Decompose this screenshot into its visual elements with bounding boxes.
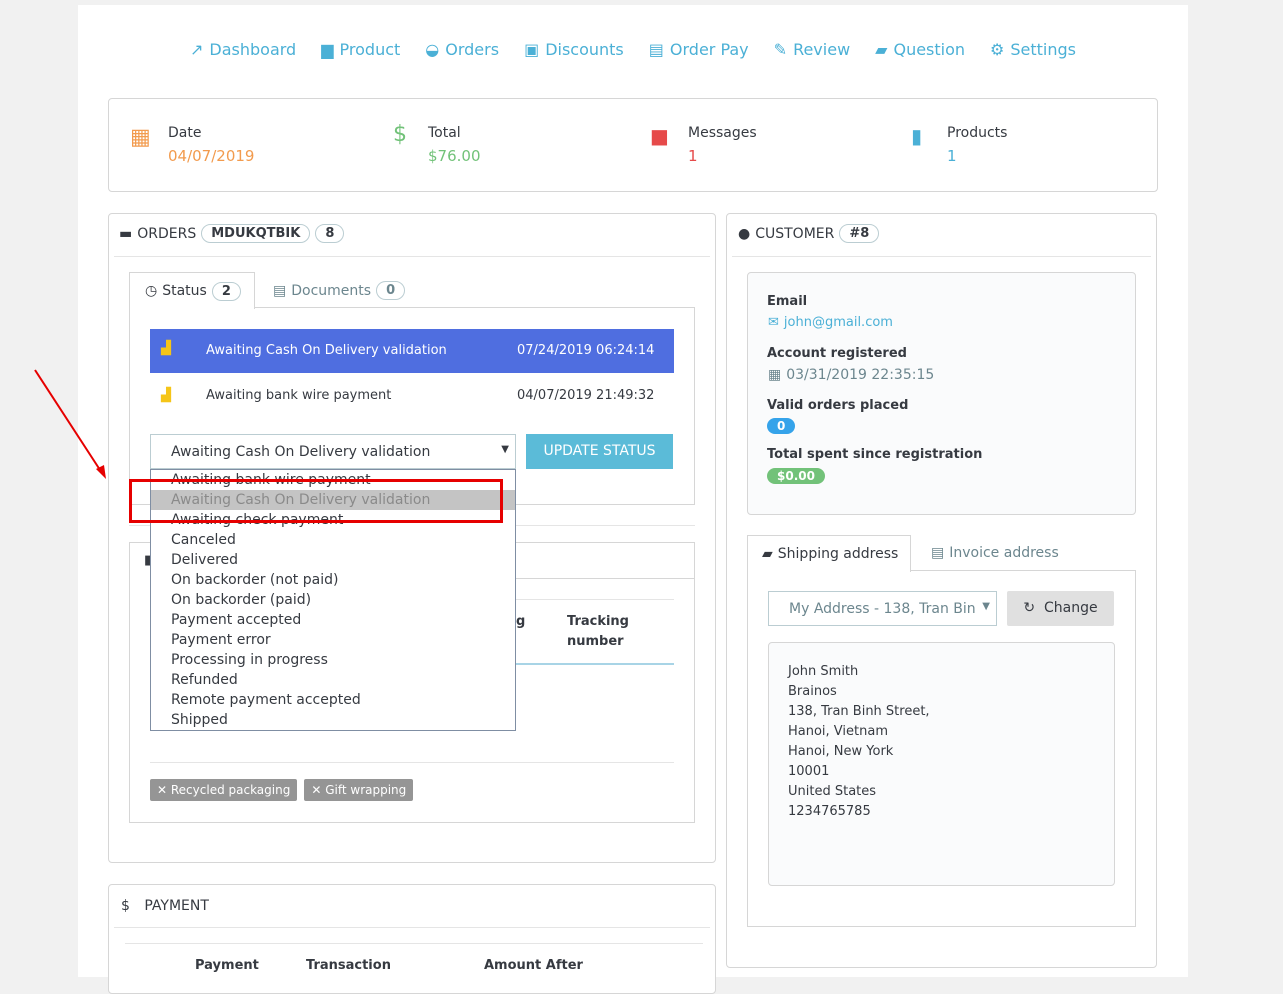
annotation-arrow (34, 369, 106, 479)
annotation-box (129, 479, 503, 523)
nav-dashboard[interactable]: ↗ Dashboard (190, 40, 296, 59)
option[interactable]: Refunded (151, 670, 515, 690)
nav-settings[interactable]: ⚙ Settings (990, 40, 1076, 59)
money-icon: ▤ (648, 40, 664, 59)
tab-invoice-address[interactable]: ▤ Invoice address (931, 545, 1059, 561)
caret-down-icon: ▼ (501, 444, 509, 455)
tab-shipping-address[interactable]: ▰ Shipping address (747, 535, 911, 572)
tab-status[interactable]: ◷ Status 2 (129, 272, 255, 309)
caret-down-icon: ▼ (982, 601, 990, 612)
valid-orders-badge: 0 (767, 418, 796, 434)
update-status-button[interactable]: UPDATE STATUS (526, 434, 673, 469)
nav-orders[interactable]: ◒ Orders (425, 40, 499, 59)
coins-icon: ▟ (161, 388, 171, 403)
truck-icon: ▰ (762, 546, 773, 562)
order-tags: ✕ Recycled packaging ✕ Gift wrapping (150, 779, 414, 801)
message-icon: ■ (650, 124, 669, 148)
customer-header: ● CUSTOMER #8 (738, 224, 880, 243)
gift-icon: ▣ (524, 40, 540, 59)
calendar-icon: ▦ (130, 125, 151, 150)
option[interactable]: On backorder (paid) (151, 590, 515, 610)
status-select[interactable]: Awaiting Cash On Delivery validation ▼ (150, 434, 516, 469)
basket-icon: ◒ (425, 40, 440, 59)
tag-gift-wrapping: ✕ Gift wrapping (304, 779, 414, 801)
nav-discounts[interactable]: ▣ Discounts (524, 40, 624, 59)
address-select[interactable]: My Address - 138, Tran Bin ▼ (768, 591, 997, 626)
refresh-icon: ↻ (1023, 600, 1036, 616)
option[interactable]: Canceled (151, 530, 515, 550)
main-nav: ↗ Dashboard ▆ Product ◒ Orders ▣ Discounts ▤… (190, 40, 1076, 59)
nav-product[interactable]: ▆ Product (321, 40, 400, 59)
option[interactable]: Shipped (151, 710, 515, 730)
nav-review[interactable]: ✎ Review (774, 40, 851, 59)
mail-icon: ✉ (768, 315, 779, 330)
history-row: ▟ Awaiting bank wire payment 04/07/2019 … (161, 388, 655, 403)
nav-order-pay[interactable]: ▤ Order Pay (649, 40, 749, 59)
tab-documents[interactable]: ▤ Documents 0 (273, 281, 406, 300)
dollar-icon: $ (393, 122, 407, 147)
kpi-total: Total $76.00 (428, 125, 481, 165)
registered-date: ▦ 03/31/2019 22:35:15 (768, 367, 935, 383)
total-spent-badge: $0.00 (767, 468, 825, 484)
documents-icon: ▤ (931, 545, 945, 561)
option[interactable]: Payment error (151, 630, 515, 650)
chart-line-icon: ↗ (190, 40, 204, 59)
book-icon: ▮ (911, 124, 923, 148)
dollar-icon: $ (121, 898, 130, 914)
kpi-messages: Messages 1 (688, 125, 757, 165)
option[interactable]: Delivered (151, 550, 515, 570)
history-row-active: ▟ Awaiting Cash On Delivery validation 0… (150, 329, 674, 373)
customer-email-link[interactable]: ✉ john@gmail.com (768, 315, 893, 330)
gear-icon: ⚙ (990, 40, 1005, 59)
payment-header: $ PAYMENT (121, 898, 209, 914)
coins-icon: ▟ (161, 341, 171, 356)
store-icon: ▆ (321, 40, 334, 59)
calendar-icon: ▦ (768, 367, 782, 383)
order-id-badge: 8 (315, 224, 345, 243)
forum-icon: ▰ (875, 40, 888, 59)
nav-question[interactable]: ▰ Question (875, 40, 965, 59)
kpi-date: Date 04/07/2019 (168, 125, 255, 165)
tag-recycled-packaging: ✕ Recycled packaging (150, 779, 298, 801)
option[interactable]: Payment accepted (151, 610, 515, 630)
kpi-products: Products 1 (947, 125, 1008, 165)
change-address-button[interactable]: ↻ Change (1007, 591, 1114, 626)
orders-header: ▬ ORDERS MDUKQTBIK 8 (119, 224, 345, 243)
documents-icon: ▤ (273, 282, 287, 299)
user-icon: ● (738, 225, 751, 242)
credit-card-icon: ▬ (119, 225, 133, 242)
review-icon: ✎ (773, 40, 788, 59)
option[interactable]: On backorder (not paid) (151, 570, 515, 590)
option[interactable]: Processing in progress (151, 650, 515, 670)
order-reference-badge: MDUKQTBIK (201, 224, 311, 243)
address-block: John Smith Brainos 138, Tran Binh Street… (768, 642, 1115, 886)
clock-icon: ◷ (145, 283, 158, 299)
option[interactable]: Remote payment accepted (151, 690, 515, 710)
